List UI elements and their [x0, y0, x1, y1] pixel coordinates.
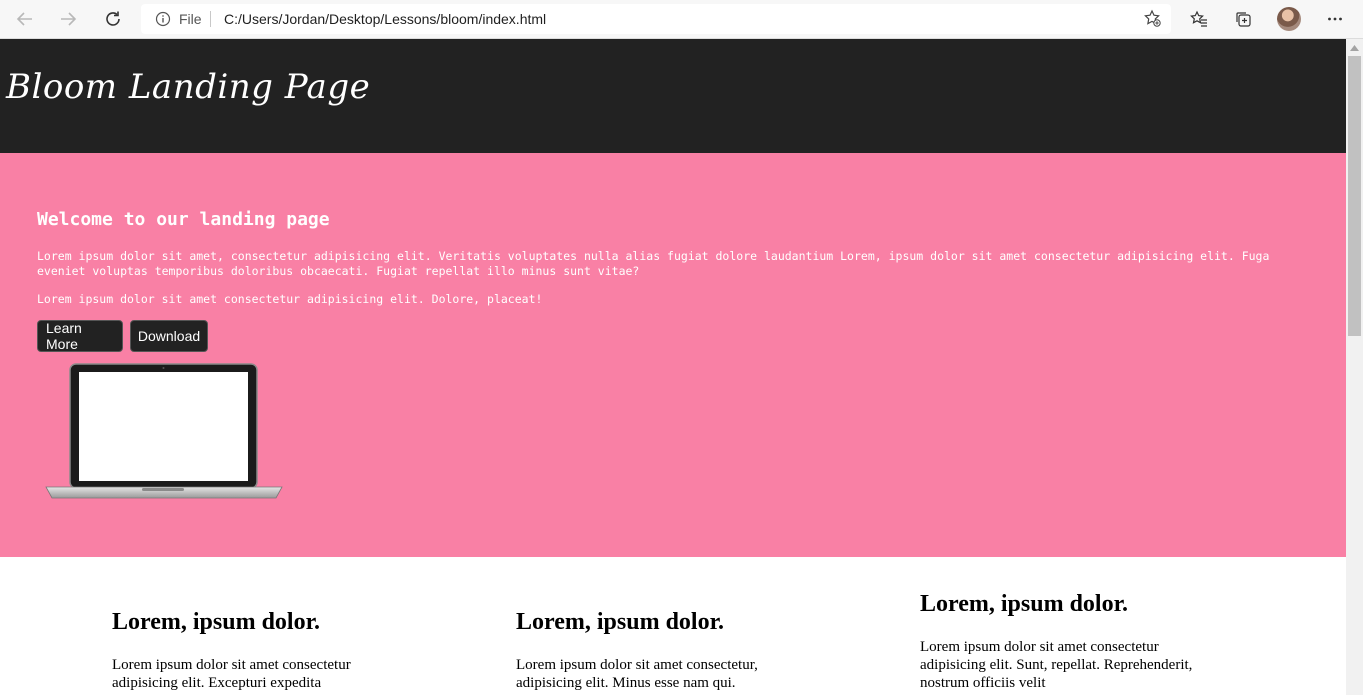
info-icon[interactable] — [155, 11, 171, 32]
reload-icon[interactable] — [99, 5, 127, 33]
learn-more-button[interactable]: Learn More — [37, 320, 123, 352]
hero-paragraph: Lorem ipsum dolor sit amet, consectetur … — [37, 249, 1270, 278]
add-favorite-icon[interactable] — [1143, 9, 1161, 32]
url-text[interactable]: C:/Users/Jordan/Desktop/Lessons/bloom/in… — [224, 11, 546, 27]
collections-icon[interactable] — [1229, 5, 1257, 33]
address-divider — [210, 11, 211, 27]
browser-toolbar: File C:/Users/Jordan/Desktop/Lessons/blo… — [0, 0, 1363, 39]
feature-title: Lorem, ipsum dolor. — [920, 591, 1129, 617]
features-section: Lorem, ipsum dolor. Lorem ipsum dolor si… — [0, 557, 1346, 695]
feature-text: Lorem ipsum dolor sit amet consectetur, … — [516, 657, 758, 691]
hero-section: Welcome to our landing page Lorem ipsum … — [0, 153, 1346, 557]
laptop-image — [44, 363, 284, 505]
feature-text: Lorem ipsum dolor sit amet consectetur a… — [112, 657, 351, 691]
scroll-up-arrow-icon[interactable] — [1350, 45, 1359, 51]
site-header: Bloom Landing Page — [0, 39, 1346, 153]
hero-paragraph-secondary: Lorem ipsum dolor sit amet consectetur a… — [37, 292, 543, 306]
feature-card: Lorem, ipsum dolor. Lorem ipsum dolor si… — [516, 609, 796, 692]
download-button[interactable]: Download — [130, 320, 208, 352]
feature-text: Lorem ipsum dolor sit amet consectetur a… — [920, 639, 1193, 691]
scrollbar-thumb[interactable] — [1348, 56, 1361, 336]
site-logo[interactable]: Bloom Landing Page — [6, 67, 370, 107]
forward-arrow-icon[interactable] — [54, 5, 82, 33]
vertical-scrollbar[interactable] — [1346, 39, 1363, 695]
feature-title: Lorem, ipsum dolor. — [112, 609, 321, 635]
hero-title: Welcome to our landing page — [37, 209, 330, 230]
scheme-label: File — [179, 11, 202, 27]
feature-title: Lorem, ipsum dolor. — [516, 609, 725, 635]
feature-card: Lorem, ipsum dolor. Lorem ipsum dolor si… — [112, 609, 392, 692]
favorites-icon[interactable] — [1185, 5, 1213, 33]
address-bar[interactable]: File C:/Users/Jordan/Desktop/Lessons/blo… — [141, 4, 1171, 34]
profile-avatar[interactable] — [1277, 7, 1301, 31]
more-icon[interactable] — [1321, 5, 1349, 33]
back-arrow-icon[interactable] — [11, 5, 39, 33]
feature-card: Lorem, ipsum dolor. Lorem ipsum dolor si… — [920, 591, 1200, 692]
